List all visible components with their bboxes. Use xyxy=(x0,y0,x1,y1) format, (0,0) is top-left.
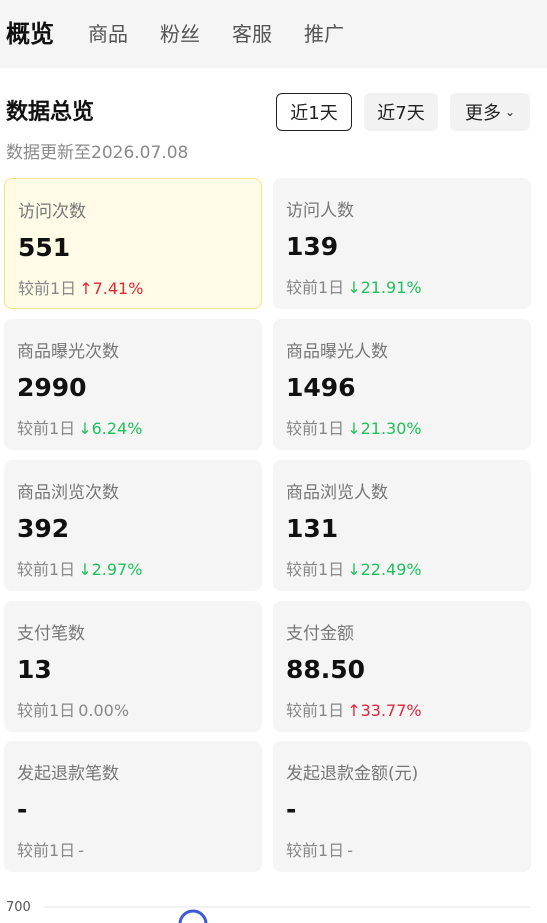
range-7-day-label: 近7天 xyxy=(377,103,425,124)
metric-value: 2990 xyxy=(17,373,87,402)
metric-change: ↓21.30% xyxy=(347,419,421,438)
metric-label: 支付笔数 xyxy=(17,624,85,644)
metric-value: 551 xyxy=(18,233,71,262)
metric-compare: 较前1日 ↓21.91% xyxy=(286,274,422,298)
metric-change-value: 0.00% xyxy=(78,701,130,720)
trend-chart: 700 xyxy=(0,890,547,923)
range-1-day-button[interactable]: 近1天 xyxy=(276,93,352,131)
metric-value: 13 xyxy=(17,655,52,684)
top-tab-bar: 概览 商品 粉丝 客服 推广 xyxy=(0,0,547,68)
arrow-down-icon: ↓ xyxy=(78,419,92,438)
metric-value: 139 xyxy=(286,232,339,261)
metric-change: ↑33.77% xyxy=(347,701,421,720)
compare-prefix: 较前1日 xyxy=(17,841,76,860)
metric-label: 访问人数 xyxy=(286,201,354,221)
metric-compare: 较前1日 ↓21.30% xyxy=(286,415,422,439)
metric-card[interactable]: 访问次数 551 较前1日 ↑7.41% xyxy=(4,178,262,309)
metric-card[interactable]: 发起退款金额(元) - 较前1日 - xyxy=(273,741,531,872)
metric-compare: 较前1日 ↓22.49% xyxy=(286,556,422,580)
metric-change-value: 33.77% xyxy=(360,701,422,720)
metric-label: 支付金额 xyxy=(286,624,354,644)
metric-card[interactable]: 商品曝光次数 2990 较前1日 ↓6.24% xyxy=(4,319,262,450)
metric-change: - xyxy=(78,841,84,860)
compare-prefix: 较前1日 xyxy=(286,841,345,860)
metric-change-value: 2.97% xyxy=(91,560,143,579)
metric-change-value: 6.24% xyxy=(91,419,143,438)
range-more-label: 更多 xyxy=(464,103,501,124)
compare-prefix: 较前1日 xyxy=(286,701,345,720)
tab-overview[interactable]: 概览 xyxy=(6,22,54,46)
metric-change-value: 7.41% xyxy=(92,279,144,298)
metric-value: - xyxy=(17,795,28,824)
metric-label: 访问次数 xyxy=(18,202,86,222)
update-timestamp: 数据更新至2026.07.08 xyxy=(6,143,189,163)
chart-canvas xyxy=(44,906,530,923)
metric-value: 131 xyxy=(286,514,339,543)
metric-change: - xyxy=(347,841,353,860)
arrow-down-icon: ↓ xyxy=(347,278,361,297)
range-7-day-button[interactable]: 近7天 xyxy=(364,93,438,131)
metric-compare: 较前1日 - xyxy=(17,837,84,861)
metric-card[interactable]: 商品浏览人数 131 较前1日 ↓22.49% xyxy=(273,460,531,591)
metric-compare: 较前1日 ↓6.24% xyxy=(17,415,142,439)
arrow-down-icon: ↓ xyxy=(347,560,361,579)
metric-label: 发起退款金额(元) xyxy=(286,764,419,784)
arrow-up-icon: ↑ xyxy=(79,279,93,298)
metric-change: 0.00% xyxy=(78,701,129,720)
arrow-down-icon: ↓ xyxy=(347,419,361,438)
chart-point-marker[interactable] xyxy=(178,909,208,923)
metric-card[interactable]: 支付笔数 13 较前1日 0.00% xyxy=(4,601,262,732)
metric-label: 商品浏览次数 xyxy=(17,483,119,503)
metric-compare: 较前1日 - xyxy=(286,837,353,861)
metric-change: ↓22.49% xyxy=(347,560,421,579)
range-1-day-label: 近1天 xyxy=(290,103,338,124)
metric-value: - xyxy=(286,795,297,824)
arrow-up-icon: ↑ xyxy=(347,701,361,720)
metric-card[interactable]: 商品浏览次数 392 较前1日 ↓2.97% xyxy=(4,460,262,591)
metric-card[interactable]: 访问人数 139 较前1日 ↓21.91% xyxy=(273,178,531,309)
metric-compare: 较前1日 ↓2.97% xyxy=(17,556,142,580)
tab-customer-service[interactable]: 客服 xyxy=(232,24,272,44)
metric-compare: 较前1日 ↑33.77% xyxy=(286,697,422,721)
metric-change: ↓6.24% xyxy=(78,419,142,438)
metric-change-value: 22.49% xyxy=(360,560,422,579)
metric-label: 商品曝光人数 xyxy=(286,342,388,362)
section-title: 数据总览 xyxy=(6,100,95,125)
metric-change: ↑7.41% xyxy=(79,279,143,298)
range-more-button[interactable]: 更多 ⌄ xyxy=(450,93,530,131)
tab-promotion[interactable]: 推广 xyxy=(304,24,344,44)
metric-value: 88.50 xyxy=(286,655,366,684)
metric-label: 商品浏览人数 xyxy=(286,483,388,503)
tab-products[interactable]: 商品 xyxy=(88,24,128,44)
chevron-down-icon: ⌄ xyxy=(504,105,516,119)
metric-change-value: 21.91% xyxy=(360,278,422,297)
compare-prefix: 较前1日 xyxy=(17,701,76,720)
compare-prefix: 较前1日 xyxy=(17,560,76,579)
compare-prefix: 较前1日 xyxy=(286,419,345,438)
compare-prefix: 较前1日 xyxy=(17,419,76,438)
metric-label: 商品曝光次数 xyxy=(17,342,119,362)
metric-card[interactable]: 商品曝光人数 1496 较前1日 ↓21.30% xyxy=(273,319,531,450)
metric-change-value: 21.30% xyxy=(360,419,422,438)
compare-prefix: 较前1日 xyxy=(18,279,77,298)
metric-change: ↓2.97% xyxy=(78,560,142,579)
metric-value: 1496 xyxy=(286,373,356,402)
compare-prefix: 较前1日 xyxy=(286,278,345,297)
arrow-down-icon: ↓ xyxy=(78,560,92,579)
metric-card[interactable]: 支付金额 88.50 较前1日 ↑33.77% xyxy=(273,601,531,732)
metric-label: 发起退款笔数 xyxy=(17,764,119,784)
metric-value: 392 xyxy=(17,514,70,543)
metric-compare: 较前1日 ↑7.41% xyxy=(18,275,143,299)
metric-change-value: - xyxy=(347,841,353,860)
metric-card[interactable]: 发起退款笔数 - 较前1日 - xyxy=(4,741,262,872)
metric-change: ↓21.91% xyxy=(347,278,421,297)
tab-fans[interactable]: 粉丝 xyxy=(160,24,200,44)
metric-change-value: - xyxy=(78,841,84,860)
compare-prefix: 较前1日 xyxy=(286,560,345,579)
metric-compare: 较前1日 0.00% xyxy=(17,697,129,721)
